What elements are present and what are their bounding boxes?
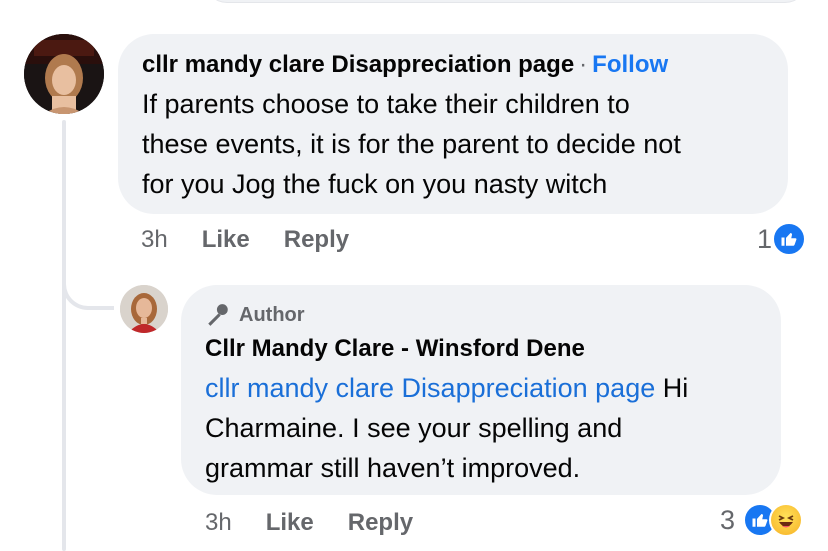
microphone-icon	[208, 304, 228, 326]
reply-author-name[interactable]: Cllr Mandy Clare - Winsford Dene	[205, 332, 757, 366]
haha-icon	[769, 503, 804, 537]
thread-branch-connector	[62, 240, 114, 310]
reply-text: cllr mandy clare Disappreciation page Hi…	[205, 368, 757, 488]
comment-text-line: If parents choose to take their children…	[142, 89, 630, 119]
reaction-summary[interactable]: 1	[757, 222, 807, 256]
reply-text-fragment: Hi	[655, 373, 689, 403]
like-icon	[772, 222, 807, 256]
reply-bubble: Author Cllr Mandy Clare - Winsford Dene …	[181, 285, 781, 495]
previous-comment-bubble-edge	[205, 0, 807, 3]
author-badge: Author	[205, 299, 757, 331]
thread-line	[62, 120, 66, 551]
reply-reaction-count: 3	[720, 504, 736, 535]
comment-text: If parents choose to take their children…	[142, 84, 764, 204]
like-button[interactable]: Like	[202, 226, 250, 254]
reply-reaction-summary[interactable]: 3	[720, 503, 804, 537]
author-badge-label: Author	[239, 303, 305, 326]
comment-header: cllr mandy clare Disappreciation page · Fo…	[142, 48, 764, 82]
reaction-count: 1	[757, 223, 773, 254]
follow-button[interactable]: Follow	[592, 51, 668, 78]
mention-link[interactable]: cllr mandy clare Disappreciation page	[205, 373, 655, 403]
comment-bubble: cllr mandy clare Disappreciation page · Fo…	[118, 34, 788, 214]
commenter-avatar-image	[24, 34, 104, 114]
comment-timestamp[interactable]: 3h	[141, 226, 168, 254]
reply-reply-button[interactable]: Reply	[348, 509, 413, 537]
reply-author-avatar[interactable]	[120, 285, 168, 333]
reply-author-avatar-image	[120, 285, 168, 333]
reply-button[interactable]: Reply	[284, 226, 349, 254]
commenter-name[interactable]: cllr mandy clare Disappreciation page	[142, 51, 574, 78]
reply-like-button[interactable]: Like	[266, 509, 314, 537]
comment-text-line: these events, it is for the parent to de…	[142, 129, 681, 159]
header-separator: ·	[579, 51, 588, 78]
reply-text-line: cllr mandy clare Disappreciation page Hi	[205, 368, 757, 408]
commenter-avatar[interactable]	[24, 34, 104, 114]
reply-actions: 3h Like Reply	[205, 505, 413, 541]
reply-timestamp[interactable]: 3h	[205, 509, 232, 537]
comment-actions: 3h Like Reply	[141, 222, 349, 258]
reply-text-line: Charmaine. I see your spelling and	[205, 413, 623, 443]
comment-text-line: for you Jog the fuck on you nasty witch	[142, 169, 608, 199]
reply-text-line: grammar still haven’t improved.	[205, 453, 581, 483]
